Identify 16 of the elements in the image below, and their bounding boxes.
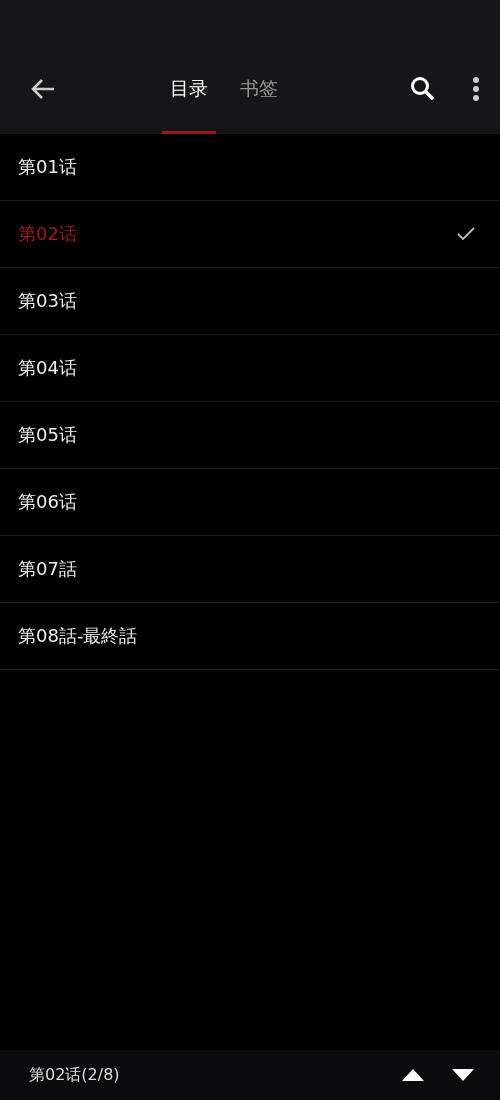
search-icon[interactable] <box>410 76 436 102</box>
back-arrow-icon[interactable] <box>30 78 56 100</box>
chapter-item[interactable]: 第07話 <box>0 536 500 603</box>
up-triangle-icon[interactable] <box>402 1069 424 1081</box>
tab[interactable]: 目录 <box>162 44 216 134</box>
chapter-position: 第02话(2/8) <box>29 1064 121 1086</box>
down-triangle-icon[interactable] <box>452 1069 474 1081</box>
chapter-item[interactable]: 第03话 <box>0 268 500 335</box>
chapter-item[interactable]: 第01话 <box>0 134 500 201</box>
checkmark-icon <box>457 227 475 241</box>
chapter-item[interactable]: 第08話-最終話 <box>0 603 500 670</box>
chapter-item[interactable]: 第06话 <box>0 469 500 536</box>
chapter-item[interactable]: 第04话 <box>0 335 500 402</box>
more-options-icon[interactable] <box>472 77 480 101</box>
tab[interactable]: 书签 <box>232 44 286 134</box>
chapter-item[interactable]: 第05话 <box>0 402 500 469</box>
